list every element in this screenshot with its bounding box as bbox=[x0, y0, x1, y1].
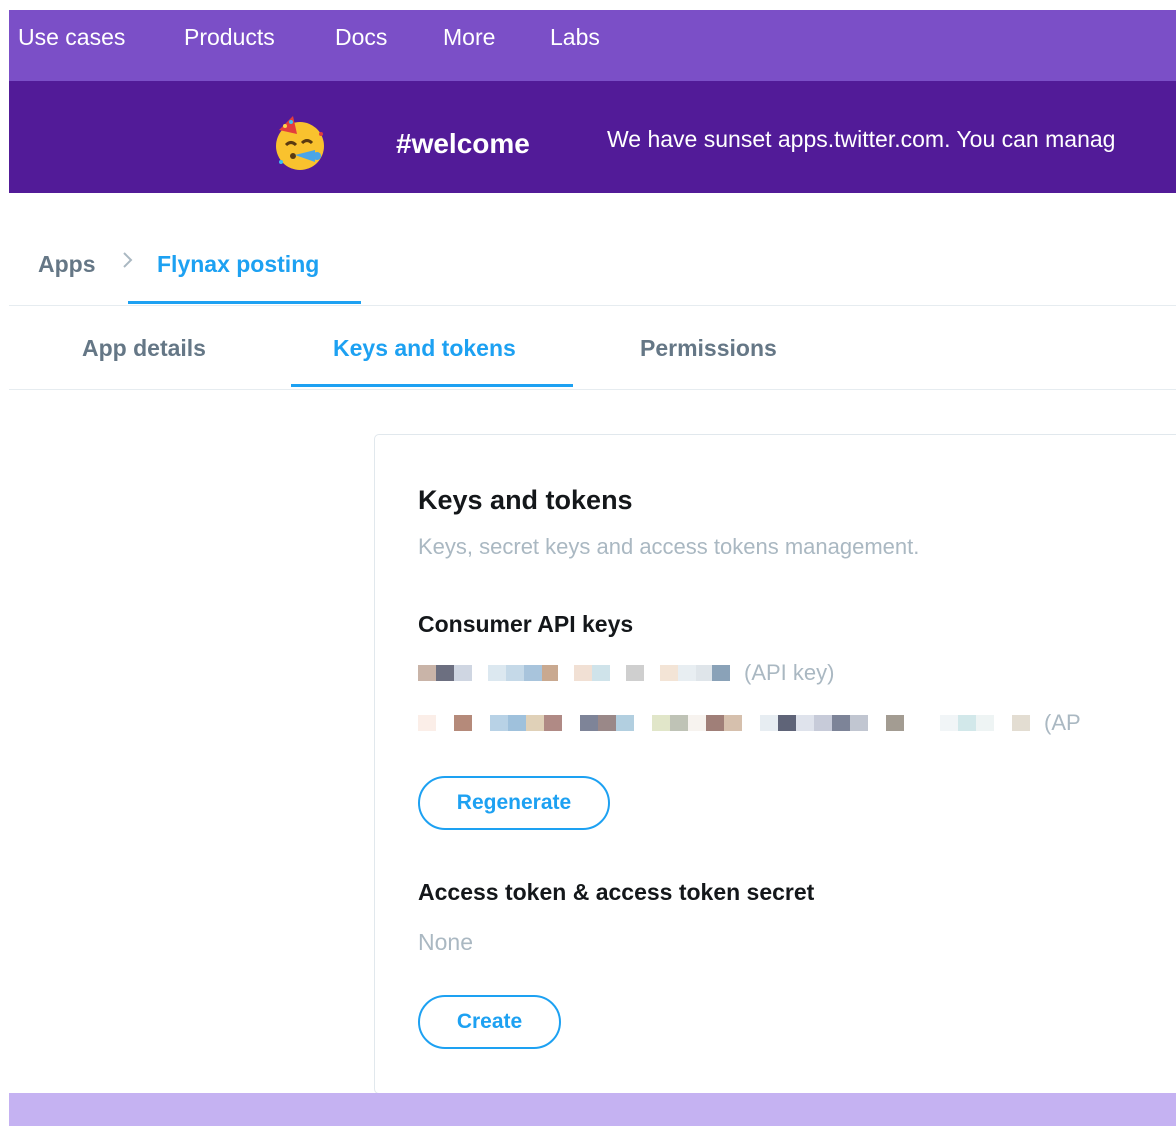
access-token-value: None bbox=[418, 929, 473, 955]
top-nav: Use cases Products Docs More Labs bbox=[9, 10, 1176, 81]
regenerate-button[interactable]: Regenerate bbox=[418, 776, 610, 830]
api-secret-value-redacted bbox=[418, 715, 1030, 731]
breadcrumb-apps[interactable]: Apps bbox=[38, 251, 96, 278]
welcome-banner: #welcome We have sunset apps.twitter.com… bbox=[9, 81, 1176, 193]
nav-more[interactable]: More bbox=[443, 24, 495, 51]
nav-use-cases[interactable]: Use cases bbox=[18, 24, 125, 51]
create-button[interactable]: Create bbox=[418, 995, 561, 1049]
api-secret-row: (AP bbox=[418, 709, 1081, 737]
nav-products[interactable]: Products bbox=[184, 24, 275, 51]
tab-app-details[interactable]: App details bbox=[82, 335, 206, 362]
tab-keys-and-tokens[interactable]: Keys and tokens bbox=[333, 335, 516, 362]
card-subtitle: Keys, secret keys and access tokens mana… bbox=[418, 534, 920, 559]
access-token-title: Access token & access token secret bbox=[418, 879, 815, 905]
footer-band bbox=[9, 1093, 1176, 1126]
api-key-row: (API key) bbox=[418, 659, 834, 687]
tab-active-indicator bbox=[291, 384, 573, 387]
nav-labs[interactable]: Labs bbox=[550, 24, 600, 51]
breadcrumb: Apps Flynax posting bbox=[9, 193, 1176, 306]
party-face-icon bbox=[271, 114, 329, 172]
chevron-right-icon bbox=[121, 249, 135, 277]
card-title: Keys and tokens bbox=[418, 485, 633, 515]
api-key-value-redacted bbox=[418, 665, 730, 681]
breadcrumb-current-app[interactable]: Flynax posting bbox=[157, 251, 319, 278]
tab-permissions[interactable]: Permissions bbox=[640, 335, 777, 362]
app-tabs: App details Keys and tokens Permissions bbox=[9, 306, 1176, 390]
banner-channel[interactable]: #welcome bbox=[396, 128, 530, 160]
api-key-label: (API key) bbox=[744, 660, 835, 685]
page: Use cases Products Docs More Labs #welco… bbox=[9, 10, 1176, 1126]
nav-docs[interactable]: Docs bbox=[335, 24, 387, 51]
banner-message: We have sunset apps.twitter.com. You can… bbox=[607, 126, 1116, 152]
keys-and-tokens-card: Keys and tokens Keys, secret keys and ac… bbox=[374, 434, 1176, 1094]
breadcrumb-active-indicator bbox=[128, 301, 361, 304]
consumer-api-keys-title: Consumer API keys bbox=[418, 611, 634, 637]
api-secret-label: (AP bbox=[1044, 710, 1081, 735]
